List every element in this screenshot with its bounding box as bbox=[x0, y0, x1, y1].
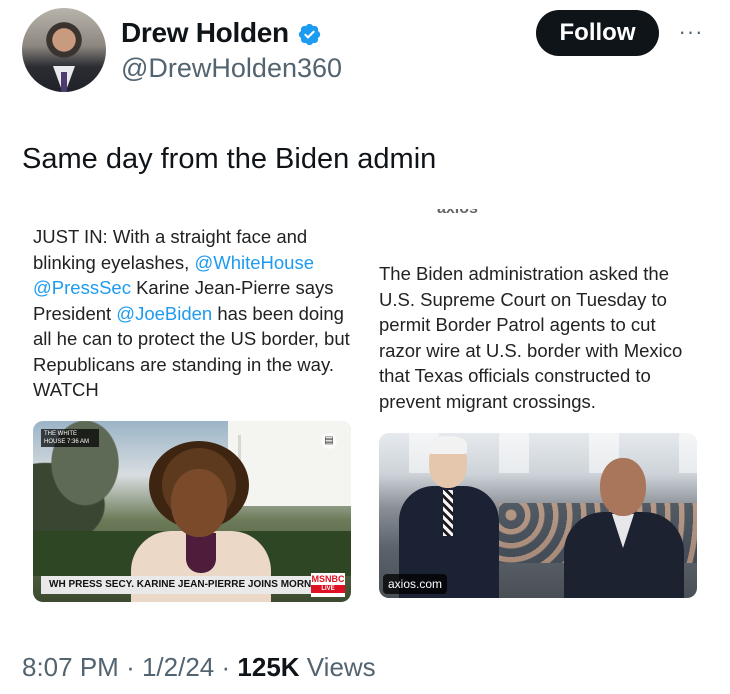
author-name[interactable]: Drew Holden bbox=[121, 17, 289, 49]
tie bbox=[443, 490, 453, 536]
photo-person-right bbox=[564, 458, 684, 598]
head bbox=[600, 458, 646, 516]
mention-link[interactable]: @PressSec bbox=[33, 277, 131, 298]
views-label: Views bbox=[306, 652, 376, 682]
separator: · bbox=[221, 652, 231, 682]
author-handle[interactable]: @DrewHolden360 bbox=[121, 53, 342, 84]
avatar-tie bbox=[61, 72, 67, 92]
embedded-video[interactable]: THE WHITE HOUSE 7:36 AM ▤ WH PRESS SECY.… bbox=[33, 421, 351, 602]
gif-icon[interactable]: ▤ bbox=[321, 433, 337, 449]
speaker-face bbox=[171, 469, 227, 537]
author-avatar[interactable] bbox=[22, 8, 106, 92]
quoted-post-text-left: JUST IN: With a straight face and blinki… bbox=[33, 224, 353, 403]
video-chyron: WH PRESS SECY. KARINE JEAN-PIERRE JOINS … bbox=[41, 576, 311, 594]
photo-source-caption[interactable]: axios.com bbox=[383, 574, 448, 594]
mention-link[interactable]: @JoeBiden bbox=[116, 303, 212, 324]
follow-button[interactable]: Follow bbox=[536, 10, 659, 56]
source-logo-text: axios bbox=[437, 209, 478, 218]
network-logo: MSNBC LIVE bbox=[311, 573, 345, 597]
video-corner-badge: THE WHITE HOUSE 7:36 AM bbox=[41, 429, 99, 447]
quoted-post-text-right: The Biden administration asked the U.S. … bbox=[379, 263, 683, 412]
source-logo-fragment: axios bbox=[437, 209, 497, 221]
views-count: 125K bbox=[237, 652, 300, 682]
tweet-text: Same day from the Biden admin bbox=[22, 143, 437, 175]
tweet-time[interactable]: 8:07 PM bbox=[22, 652, 119, 682]
embedded-photo[interactable]: axios.com bbox=[379, 433, 697, 598]
separator: · bbox=[126, 652, 135, 682]
hair bbox=[429, 436, 467, 454]
tweet-date[interactable]: 1/2/24 bbox=[142, 652, 214, 682]
live-badge: LIVE bbox=[311, 585, 345, 593]
speaker-top bbox=[186, 533, 216, 573]
more-options-icon[interactable]: ··· bbox=[673, 20, 709, 44]
mention-link[interactable]: @WhiteHouse bbox=[194, 252, 314, 273]
verified-badge-icon bbox=[298, 23, 321, 46]
tweet-meta: 8:07 PM · 1/2/24 · 125K Views bbox=[22, 652, 376, 683]
network-name: MSNBC bbox=[311, 574, 345, 584]
